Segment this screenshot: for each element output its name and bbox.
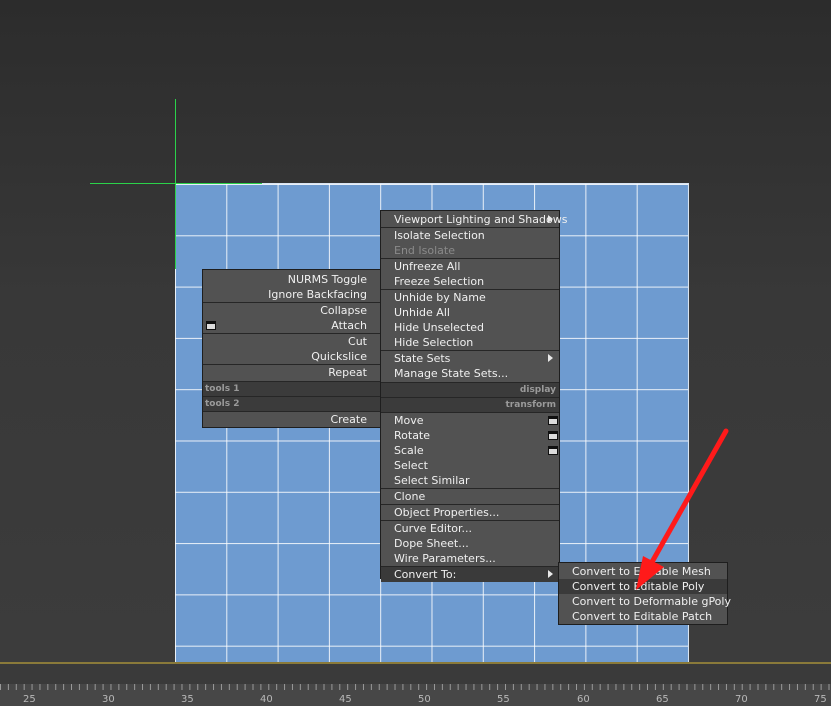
arrow-shaft (649, 428, 729, 565)
annotation-arrow-icon (636, 428, 729, 590)
arrow-head (636, 556, 664, 590)
